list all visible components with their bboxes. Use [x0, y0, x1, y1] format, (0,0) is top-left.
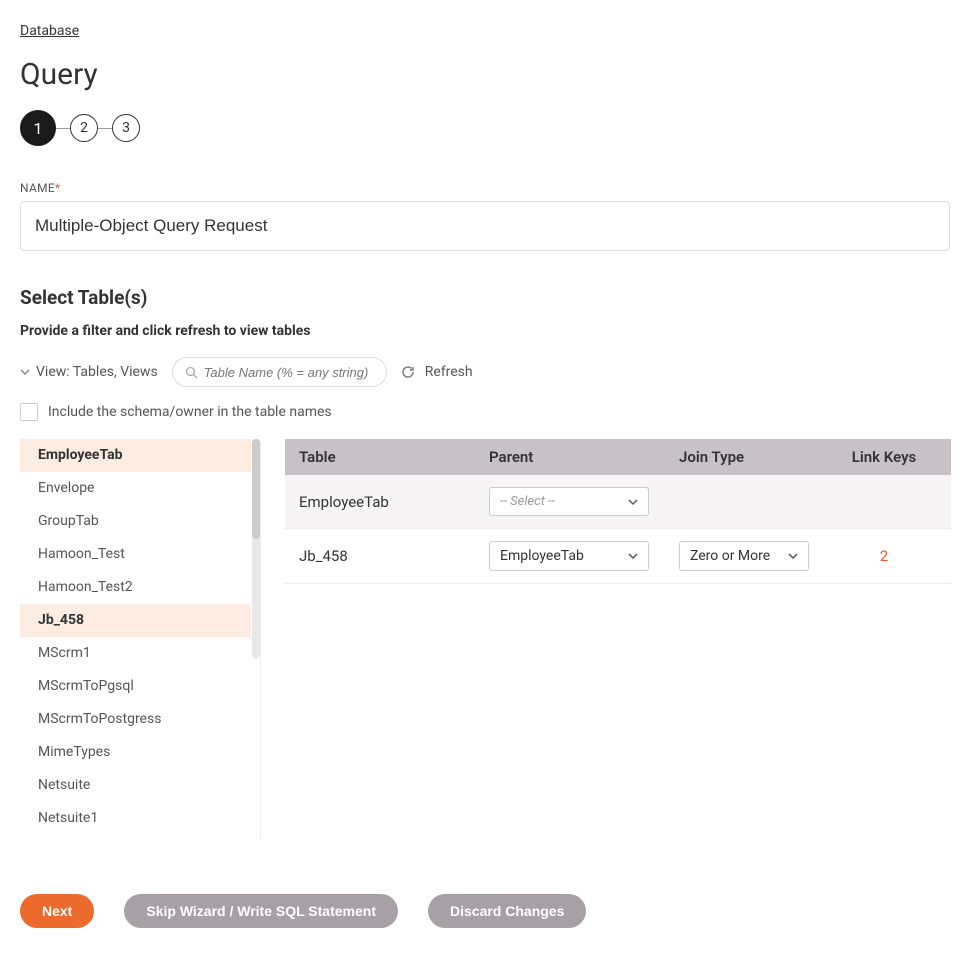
- table-list-item[interactable]: Hamoon_Test: [20, 538, 251, 571]
- refresh-label: Refresh: [425, 364, 473, 380]
- table-list-item[interactable]: Netsuite: [20, 769, 251, 802]
- include-schema-checkbox[interactable]: [20, 403, 38, 421]
- step-indicator: 1 2 3: [20, 110, 951, 146]
- scrollbar-track[interactable]: [252, 439, 260, 659]
- chevron-down-icon: [788, 551, 798, 561]
- config-row: Jb_458 EmployeeTab Zero or More 2: [285, 529, 951, 584]
- config-table: Table Parent Join Type Link Keys Employe…: [285, 439, 951, 584]
- chevron-down-icon: [20, 367, 30, 377]
- header-table: Table: [299, 448, 489, 466]
- table-search-input[interactable]: [204, 365, 374, 380]
- view-dropdown[interactable]: View: Tables, Views: [20, 364, 158, 380]
- parent-select-value: EmployeeTab: [500, 548, 584, 564]
- name-field-label: NAME*: [20, 181, 951, 195]
- search-icon: [185, 366, 198, 379]
- table-list-item[interactable]: MScrmToPgsql: [20, 670, 251, 703]
- table-list-item[interactable]: EmployeeTab: [20, 439, 251, 472]
- config-header-row: Table Parent Join Type Link Keys: [285, 439, 951, 475]
- table-list-item[interactable]: MimeTypes: [20, 736, 251, 769]
- link-keys-value[interactable]: 2: [839, 547, 929, 565]
- step-1[interactable]: 1: [20, 110, 56, 146]
- table-list-item[interactable]: Hamoon_Test2: [20, 571, 251, 604]
- table-list-item[interactable]: GroupTab: [20, 505, 251, 538]
- header-join-type: Join Type: [679, 448, 839, 466]
- select-tables-heading: Select Table(s): [20, 286, 951, 309]
- name-input[interactable]: [20, 201, 950, 251]
- header-link-keys: Link Keys: [839, 448, 929, 466]
- refresh-button[interactable]: Refresh: [401, 364, 473, 380]
- chevron-down-icon: [628, 551, 638, 561]
- header-parent: Parent: [489, 448, 679, 466]
- config-cell-table: Jb_458: [299, 547, 489, 565]
- filter-hint: Provide a filter and click refresh to vi…: [20, 323, 951, 339]
- required-indicator: *: [55, 181, 60, 195]
- table-list[interactable]: EmployeeTabEnvelopeGroupTabHamoon_TestHa…: [20, 439, 251, 839]
- table-list-item[interactable]: MScrmToPostgress: [20, 703, 251, 736]
- table-list-item[interactable]: Netsuite1: [20, 802, 251, 835]
- select-placeholder: -- Select --: [500, 494, 555, 509]
- next-button[interactable]: Next: [20, 894, 94, 928]
- view-label: View: Tables, Views: [36, 364, 158, 380]
- skip-wizard-button[interactable]: Skip Wizard / Write SQL Statement: [124, 894, 398, 928]
- parent-select[interactable]: -- Select --: [489, 487, 649, 516]
- include-schema-label: Include the schema/owner in the table na…: [48, 404, 332, 420]
- step-3[interactable]: 3: [112, 114, 140, 142]
- join-type-value: Zero or More: [690, 548, 770, 564]
- table-list-container: EmployeeTabEnvelopeGroupTabHamoon_TestHa…: [20, 439, 261, 839]
- table-list-item[interactable]: Jb_458: [20, 604, 251, 637]
- breadcrumb-database[interactable]: Database: [20, 23, 79, 39]
- refresh-icon: [401, 365, 415, 379]
- table-list-item[interactable]: Envelope: [20, 472, 251, 505]
- config-cell-table: EmployeeTab: [299, 493, 489, 511]
- chevron-down-icon: [628, 497, 638, 507]
- step-connector: [98, 128, 112, 129]
- table-list-item[interactable]: NullAndBoolTgt: [20, 835, 251, 839]
- page-title: Query: [20, 57, 951, 92]
- discard-changes-button[interactable]: Discard Changes: [428, 894, 586, 928]
- table-search[interactable]: [172, 357, 387, 387]
- table-list-item[interactable]: MScrm1: [20, 637, 251, 670]
- config-row: EmployeeTab -- Select --: [285, 475, 951, 529]
- parent-select[interactable]: EmployeeTab: [489, 541, 649, 571]
- step-connector: [56, 128, 70, 129]
- scrollbar-thumb[interactable]: [252, 439, 260, 539]
- step-2[interactable]: 2: [70, 114, 98, 142]
- join-type-select[interactable]: Zero or More: [679, 541, 809, 571]
